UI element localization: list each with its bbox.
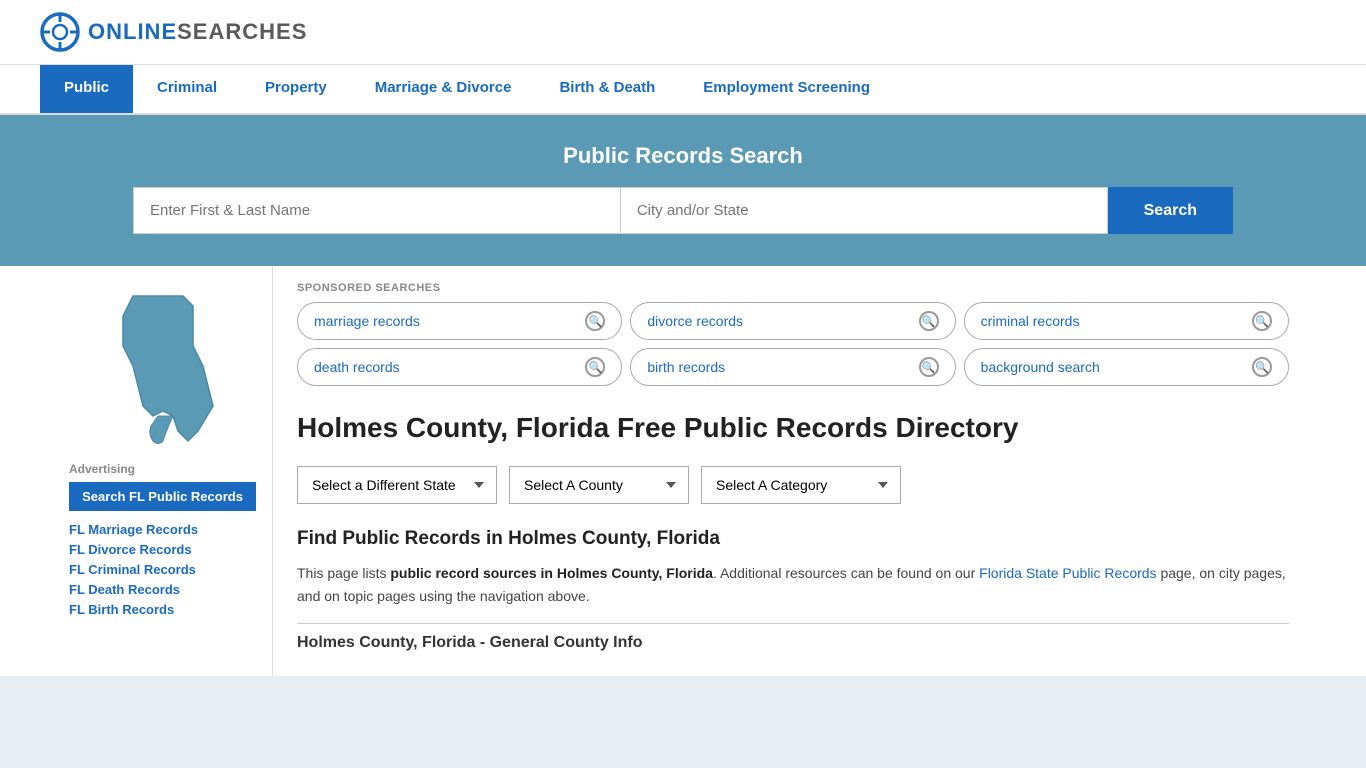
- nav-item-criminal[interactable]: Criminal: [133, 65, 241, 113]
- sponsored-tag-divorce[interactable]: divorce records 🔍: [630, 302, 955, 340]
- logo[interactable]: ONLINESEARCHES: [40, 12, 307, 52]
- county-dropdown[interactable]: Select A County: [509, 466, 689, 504]
- hero-section: Public Records Search Search: [0, 115, 1366, 266]
- sponsored-tag-label: birth records: [647, 359, 725, 375]
- search-icon: 🔍: [919, 357, 939, 377]
- fl-birth-records-link[interactable]: FL Birth Records: [69, 602, 174, 617]
- sponsored-tag-label: divorce records: [647, 313, 743, 329]
- nav-item-birth-death[interactable]: Birth & Death: [535, 65, 679, 113]
- list-item: FL Criminal Records: [69, 561, 256, 577]
- nav-item-public[interactable]: Public: [40, 65, 133, 113]
- sidebar-links: FL Marriage Records FL Divorce Records F…: [69, 521, 256, 617]
- sponsored-tag-label: marriage records: [314, 313, 420, 329]
- search-icon: 🔍: [1252, 357, 1272, 377]
- category-dropdown[interactable]: Select A Category: [701, 466, 901, 504]
- sponsored-tag-label: death records: [314, 359, 400, 375]
- county-info-title: Holmes County, Florida - General County …: [297, 634, 1289, 652]
- description-part1: This page lists: [297, 565, 390, 581]
- nav-item-employment[interactable]: Employment Screening: [679, 65, 894, 113]
- sponsored-grid: marriage records 🔍 divorce records 🔍 cri…: [297, 302, 1289, 386]
- description-text: This page lists public record sources in…: [297, 562, 1289, 607]
- list-item: FL Birth Records: [69, 601, 256, 617]
- main-content: SPONSORED SEARCHES marriage records 🔍 di…: [273, 266, 1313, 676]
- dropdown-row: Select a Different State Select A County…: [297, 466, 1289, 504]
- section-divider: [297, 623, 1289, 624]
- description-part2: . Additional resources can be found on o…: [713, 565, 979, 581]
- fl-divorce-records-link[interactable]: FL Divorce Records: [69, 542, 192, 557]
- page-title: Holmes County, Florida Free Public Recor…: [297, 410, 1289, 446]
- fl-marriage-records-link[interactable]: FL Marriage Records: [69, 522, 198, 537]
- list-item: FL Marriage Records: [69, 521, 256, 537]
- sponsored-tag-marriage[interactable]: marriage records 🔍: [297, 302, 622, 340]
- nav-item-marriage-divorce[interactable]: Marriage & Divorce: [351, 65, 536, 113]
- search-bar: Search: [133, 187, 1233, 234]
- sidebar-ad-label: Advertising: [69, 462, 256, 476]
- name-input[interactable]: [133, 187, 620, 234]
- sidebar: Advertising Search FL Public Records FL …: [53, 266, 273, 676]
- list-item: FL Death Records: [69, 581, 256, 597]
- sidebar-ad-button[interactable]: Search FL Public Records: [69, 482, 256, 511]
- list-item: FL Divorce Records: [69, 541, 256, 557]
- sponsored-tag-background[interactable]: background search 🔍: [964, 348, 1289, 386]
- search-button[interactable]: Search: [1108, 187, 1233, 234]
- state-dropdown[interactable]: Select a Different State: [297, 466, 497, 504]
- fl-death-records-link[interactable]: FL Death Records: [69, 582, 180, 597]
- main-nav: Public Criminal Property Marriage & Divo…: [0, 65, 1366, 115]
- sponsored-tag-birth[interactable]: birth records 🔍: [630, 348, 955, 386]
- search-icon: 🔍: [1252, 311, 1272, 331]
- sponsored-label: SPONSORED SEARCHES: [297, 282, 1289, 294]
- location-input[interactable]: [620, 187, 1108, 234]
- description-bold: public record sources in Holmes County, …: [390, 565, 713, 581]
- nav-item-property[interactable]: Property: [241, 65, 351, 113]
- florida-state-link[interactable]: Florida State Public Records: [979, 565, 1156, 581]
- sponsored-tag-criminal[interactable]: criminal records 🔍: [964, 302, 1289, 340]
- search-icon: 🔍: [585, 357, 605, 377]
- sponsored-tag-label: criminal records: [981, 313, 1080, 329]
- search-icon: 🔍: [585, 311, 605, 331]
- search-icon: 🔍: [919, 311, 939, 331]
- florida-map-icon: [103, 286, 223, 446]
- logo-text: ONLINESEARCHES: [88, 19, 307, 45]
- hero-title: Public Records Search: [40, 143, 1326, 169]
- sponsored-tag-death[interactable]: death records 🔍: [297, 348, 622, 386]
- sponsored-tag-label: background search: [981, 359, 1100, 375]
- fl-criminal-records-link[interactable]: FL Criminal Records: [69, 562, 196, 577]
- logo-icon: [40, 12, 80, 52]
- header: ONLINESEARCHES: [0, 0, 1366, 65]
- find-title: Find Public Records in Holmes County, Fl…: [297, 528, 1289, 550]
